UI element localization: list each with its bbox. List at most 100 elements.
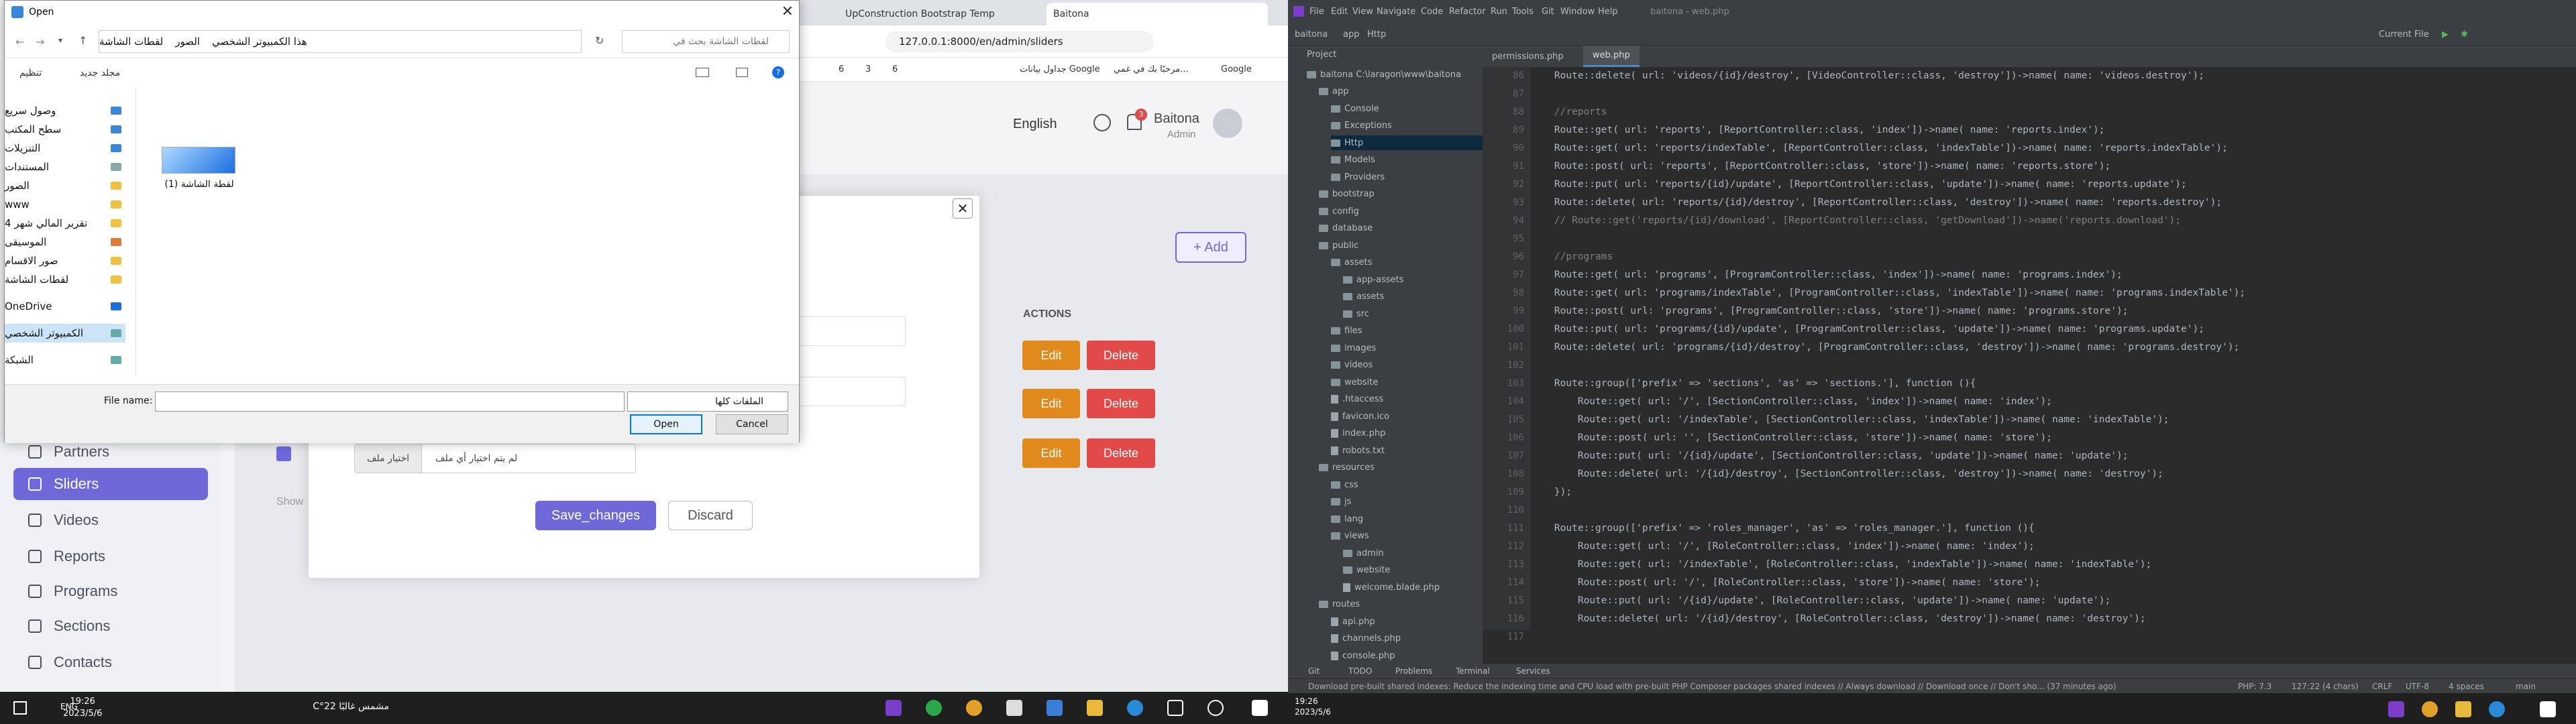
- code-line[interactable]: Route::post( url: '', [SectionController…: [1531, 429, 2052, 447]
- code-line[interactable]: });: [1531, 483, 1572, 501]
- code-line[interactable]: Route::put( url: 'programs/{id}/update',…: [1531, 320, 2204, 339]
- back-arrow-icon[interactable]: ←: [15, 36, 24, 48]
- bookmark-count-3[interactable]: 6: [839, 64, 844, 74]
- breadcrumb-item[interactable]: baitona: [1295, 29, 1328, 40]
- editor-tab-permissions[interactable]: permissions.php: [1483, 46, 1573, 67]
- store-icon[interactable]: [1046, 700, 1063, 716]
- open-button[interactable]: Open: [630, 414, 702, 434]
- code-line[interactable]: Route::put( url: 'reports/{id}/update', …: [1531, 176, 2187, 194]
- edit-button[interactable]: Edit: [1022, 438, 1080, 468]
- project-folder[interactable]: files: [1331, 324, 1483, 339]
- dialog-path-bar[interactable]: هذا الكمبيوتر الشخصي الصور لقطات الشاشة: [99, 30, 582, 53]
- sidebar-item-contacts[interactable]: Contacts: [13, 646, 208, 678]
- menu-code[interactable]: Code: [1421, 7, 1443, 17]
- project-folder[interactable]: routes: [1319, 597, 1483, 612]
- project-folder[interactable]: bootstrap: [1319, 187, 1483, 202]
- add-button[interactable]: + Add: [1175, 232, 1246, 263]
- tree-item[interactable]: الشبكة: [5, 351, 125, 369]
- project-folder[interactable]: images: [1331, 341, 1483, 355]
- project-folder[interactable]: website: [1343, 563, 1483, 578]
- browser-tab-baitona[interactable]: Baitona: [1046, 3, 1268, 25]
- whatsapp-icon[interactable]: [926, 700, 942, 716]
- bookmark-count-1[interactable]: 6: [892, 64, 898, 74]
- code-line[interactable]: Route::delete( url: '/{id}/destroy', [Ro…: [1531, 610, 2146, 628]
- project-file[interactable]: index.php: [1331, 426, 1483, 441]
- phpstorm-icon[interactable]: [885, 700, 902, 716]
- explorer-icon[interactable]: [2455, 701, 2471, 717]
- refresh-icon[interactable]: ↻: [595, 34, 604, 47]
- tree-item[interactable]: لقطات الشاشة: [5, 270, 125, 289]
- project-folder[interactable]: public: [1319, 238, 1483, 253]
- new-folder-button[interactable]: مجلد جديد: [80, 68, 120, 78]
- project-file[interactable]: .htaccess: [1331, 392, 1483, 407]
- status-git-branch[interactable]: main: [2516, 682, 2536, 691]
- recent-dropdown-icon[interactable]: ▾: [58, 36, 62, 45]
- project-file[interactable]: robots.txt: [1331, 443, 1483, 458]
- code-line[interactable]: Route::get( url: 'reports/indexTable', […: [1531, 139, 2228, 158]
- project-folder[interactable]: app-assets: [1343, 272, 1483, 287]
- project-folder[interactable]: resources: [1319, 461, 1483, 475]
- project-folder[interactable]: css: [1331, 477, 1483, 492]
- edit-button[interactable]: Edit: [1022, 341, 1080, 370]
- project-folder[interactable]: assets: [1331, 255, 1483, 270]
- dark-mode-icon[interactable]: [1093, 114, 1111, 131]
- avatar[interactable]: [1213, 109, 1242, 138]
- project-file[interactable]: welcome.blade.php: [1343, 580, 1483, 595]
- code-line[interactable]: Route::post( url: '/', [RoleController::…: [1531, 574, 2041, 592]
- help-icon[interactable]: ?: [772, 66, 784, 78]
- code-line[interactable]: Route::delete( url: 'videos/{id}/destroy…: [1531, 67, 2204, 85]
- run-config-select[interactable]: Current File: [2379, 29, 2429, 40]
- cancel-button[interactable]: Cancel: [716, 414, 788, 434]
- project-folder[interactable]: js: [1331, 495, 1483, 509]
- keyboard-language[interactable]: ENG: [60, 702, 78, 711]
- project-folder[interactable]: Exceptions: [1331, 119, 1483, 133]
- sidebar-item-sliders[interactable]: Sliders: [13, 468, 208, 500]
- delete-button[interactable]: Delete: [1087, 389, 1155, 418]
- status-cursor[interactable]: 127:22 (4 chars): [2292, 682, 2359, 691]
- explorer-icon[interactable]: [1087, 700, 1103, 716]
- project-folder[interactable]: admin: [1343, 546, 1483, 560]
- tree-item[interactable]: www: [5, 195, 125, 214]
- bookmark-count-2[interactable]: 3: [865, 64, 871, 74]
- menu-tools[interactable]: Tools: [1512, 7, 1534, 17]
- chrome-icon[interactable]: [966, 700, 982, 716]
- breadcrumb-item[interactable]: Http: [1367, 29, 1386, 40]
- code-line[interactable]: Route::post( url: 'reports', [ReportCont…: [1531, 158, 2110, 176]
- tree-item[interactable]: التنزيلات: [5, 139, 125, 158]
- project-folder[interactable]: Http: [1331, 135, 1483, 150]
- status-encoding[interactable]: UTF-8: [2406, 682, 2429, 691]
- menu-window[interactable]: Window: [1560, 7, 1595, 17]
- tree-item[interactable]: سطح المكتب: [5, 120, 125, 139]
- status-message[interactable]: Download pre-built shared indexes: Reduc…: [1308, 682, 2174, 691]
- dialog-close-icon[interactable]: ✕: [782, 3, 794, 20]
- code-line[interactable]: Route::get( url: 'programs', [ProgramCon…: [1531, 266, 2123, 284]
- project-folder[interactable]: baitona C:\laragon\www\baitona: [1307, 67, 1483, 82]
- choose-file-button[interactable]: اختيار ملف: [355, 444, 422, 473]
- project-folder[interactable]: views: [1331, 529, 1483, 544]
- project-file[interactable]: api.php: [1331, 614, 1483, 629]
- mail-icon[interactable]: [1006, 700, 1022, 716]
- taskbar-clock[interactable]: 19:26 2023/5/6: [1295, 696, 1331, 717]
- menu-help[interactable]: Help: [1598, 7, 1618, 17]
- code-line[interactable]: Route::delete( url: '/{id}/destroy', [Se…: [1531, 465, 2163, 483]
- project-folder[interactable]: app: [1319, 84, 1483, 99]
- project-folder[interactable]: Models: [1331, 153, 1483, 168]
- file-thumbnail[interactable]: [162, 147, 235, 174]
- project-folder[interactable]: website: [1331, 375, 1483, 389]
- project-folder[interactable]: lang: [1331, 511, 1483, 526]
- windows-start-icon[interactable]: [1252, 700, 1268, 716]
- code-line[interactable]: Route::put( url: '/{id}/update', [RoleCo…: [1531, 592, 2110, 610]
- sidebar-item-reports[interactable]: Reports: [13, 540, 208, 572]
- task-view-icon[interactable]: [1167, 700, 1183, 716]
- modal-close-button[interactable]: ✕: [953, 198, 973, 219]
- code-line[interactable]: Route::get( url: '/', [RoleController::c…: [1531, 538, 2035, 556]
- code-editor[interactable]: Route::delete( url: 'videos/{id}/destroy…: [1531, 67, 2564, 630]
- discard-button[interactable]: Discard: [668, 501, 753, 530]
- menu-navigate[interactable]: Navigate: [1377, 7, 1415, 17]
- menu-refactor[interactable]: Refactor: [1449, 7, 1486, 17]
- tree-item[interactable]: تقرير المالي شهر 4: [5, 214, 125, 233]
- delete-button[interactable]: Delete: [1087, 438, 1155, 468]
- browser-url[interactable]: 127.0.0.1:8000/en/admin/sliders: [885, 31, 1154, 52]
- code-line[interactable]: //programs: [1531, 248, 1613, 266]
- tree-item[interactable]: OneDrive: [5, 297, 125, 316]
